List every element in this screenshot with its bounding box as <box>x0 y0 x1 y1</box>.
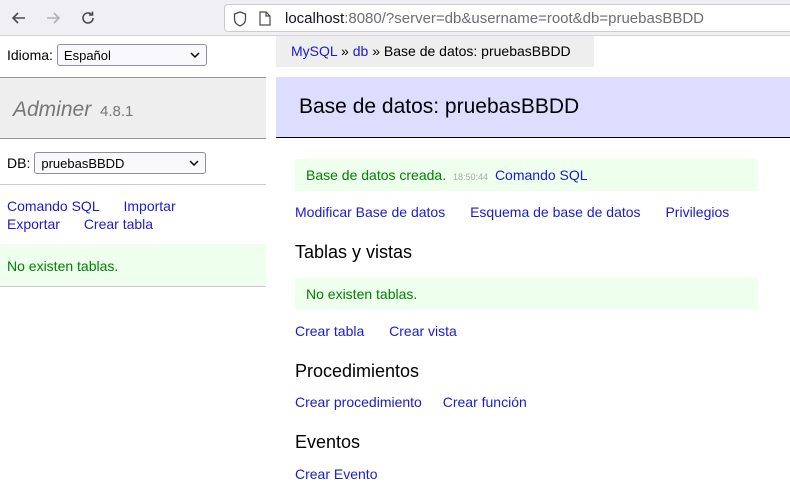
events-heading: Eventos <box>295 432 361 452</box>
brand-version: 4.8.1 <box>100 103 134 120</box>
create-procedure-link[interactable]: Crear procedimiento <box>295 394 422 410</box>
sidebar-export-link[interactable]: Exportar <box>7 215 60 233</box>
page-icon[interactable] <box>259 11 271 26</box>
url-text[interactable]: localhost:8080/?server=db&username=root&… <box>285 10 704 27</box>
sidebar-create-table-link[interactable]: Crear tabla <box>84 215 153 233</box>
tables-actions: Crear tabla Crear vista <box>295 323 457 339</box>
url-host: localhost <box>285 10 345 27</box>
breadcrumb-db-link[interactable]: db <box>353 43 369 59</box>
sidebar: Idioma: Español Adminer 4.8.1 DB: prueba… <box>0 36 266 495</box>
message-timestamp: 18:50:44 <box>453 172 489 182</box>
chevron-down-icon <box>190 51 200 58</box>
page-header: Base de datos: pruebasBBDD <box>276 77 790 138</box>
breadcrumb: MySQL » db » Base de datos: pruebasBBDD <box>276 36 594 67</box>
breadcrumb-server-link[interactable]: MySQL <box>291 43 337 59</box>
routines-heading: Procedimientos <box>295 361 420 381</box>
database-actions: Modificar Base de datos Esquema de base … <box>295 204 729 220</box>
language-value: Español <box>63 47 111 63</box>
divider <box>0 184 266 185</box>
shield-icon[interactable] <box>233 11 247 27</box>
sidebar-links: Comando SQL Importar Exportar Crear tabl… <box>7 197 176 233</box>
privileges-link[interactable]: Privilegios <box>665 204 729 220</box>
reload-icon <box>82 11 94 24</box>
reload-button[interactable] <box>77 7 99 29</box>
language-row: Idioma: Español <box>7 44 207 66</box>
url-path: :8080/?server=db&username=root&db=prueba… <box>344 10 705 27</box>
page-title: Base de datos: pruebasBBDD <box>299 95 580 118</box>
create-table-link[interactable]: Crear tabla <box>295 323 364 339</box>
breadcrumb-separator: » <box>368 43 384 59</box>
success-message-text: Base de datos creada. <box>306 167 447 183</box>
sidebar-no-tables-message: No existen tablas. <box>0 244 266 287</box>
database-schema-link[interactable]: Esquema de base de datos <box>470 204 640 220</box>
browser-toolbar: localhost:8080/?server=db&username=root&… <box>0 0 790 36</box>
sidebar-import-link[interactable]: Importar <box>124 197 176 215</box>
modify-database-link[interactable]: Modificar Base de datos <box>295 204 445 220</box>
routines-actions: Crear procedimiento Crear función <box>295 394 527 410</box>
create-function-link[interactable]: Crear función <box>443 394 527 410</box>
back-button[interactable] <box>8 7 30 29</box>
breadcrumb-current: Base de datos: pruebasBBDD <box>383 43 571 59</box>
language-select[interactable]: Español <box>56 44 207 66</box>
db-row: DB: pruebasBBDD <box>7 152 207 174</box>
db-select[interactable]: pruebasBBDD <box>34 152 207 174</box>
db-label: DB: <box>7 155 31 171</box>
arrow-right-icon <box>47 12 61 24</box>
tables-heading: Tablas y vistas <box>295 242 413 262</box>
success-message: Base de datos creada. 18:50:44 Comando S… <box>295 159 758 191</box>
sidebar-sql-command-link[interactable]: Comando SQL <box>7 197 100 215</box>
no-tables-message: No existen tablas. <box>295 278 758 310</box>
create-event-link[interactable]: Crear Evento <box>295 466 377 482</box>
message-sql-command-link[interactable]: Comando SQL <box>495 167 588 183</box>
create-view-link[interactable]: Crear vista <box>389 323 457 339</box>
address-bar[interactable]: localhost:8080/?server=db&username=root&… <box>224 4 790 32</box>
brand-box: Adminer 4.8.1 <box>0 77 266 139</box>
db-value: pruebasBBDD <box>41 155 125 171</box>
breadcrumb-separator: » <box>337 43 353 59</box>
forward-button[interactable] <box>42 7 64 29</box>
language-label: Idioma: <box>7 47 53 63</box>
events-actions: Crear Evento <box>295 466 377 482</box>
brand-name[interactable]: Adminer <box>13 98 91 122</box>
arrow-left-icon <box>11 12 25 24</box>
chevron-down-icon <box>189 159 199 166</box>
